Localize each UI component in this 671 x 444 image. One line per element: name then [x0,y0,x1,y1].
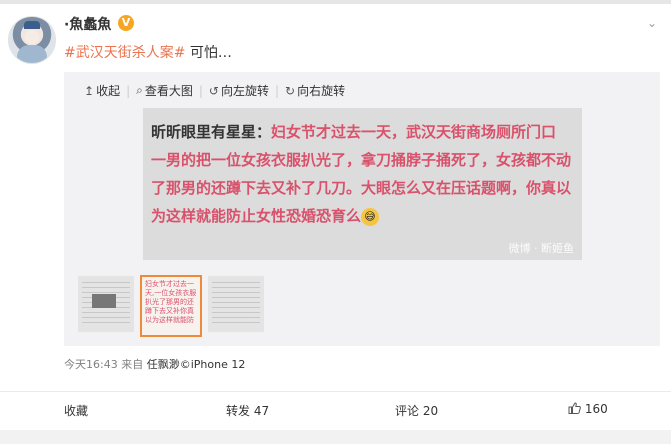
divider: | [126,83,131,98]
timestamp[interactable]: 今天16:43 [64,358,118,371]
like-button[interactable]: 160 [568,402,608,416]
source-device[interactable]: 任飘渺©iPhone 12 [147,358,246,371]
thumbnail-text: 妇女节才过去一天,一位女孩衣服扒光了那男的还蹲下去又补你真以为这样就能防 [145,280,197,324]
rotate-left-icon: ↺ [208,83,219,98]
divider: | [275,83,280,98]
post-text: #武汉天街杀人案# 可怕… [64,42,232,62]
view-large-label: 查看大图 [144,84,193,98]
thumbnail-strip: 妇女节才过去一天,一位女孩衣服扒光了那男的还蹲下去又补你真以为这样就能防 [78,275,270,337]
collapse-button[interactable]: ↥ 收起 [84,82,120,99]
rotate-left-button[interactable]: ↺ 向左旋转 [209,82,269,99]
avatar-hair [24,21,40,29]
sweat-smile-emoji-icon: 😅 [361,207,380,226]
avatar-face [25,30,39,44]
like-count: 160 [584,402,608,416]
rotate-right-icon: ↻ [285,83,296,98]
thumbnail-3[interactable] [208,276,264,332]
divider: | [198,83,203,98]
bottom-bar [0,430,671,444]
thumbnail-lines [212,282,260,326]
action-bar: 收藏 转发 47 评论 20 160 [0,391,671,430]
source-prefix: 来自 [121,358,144,371]
view-large-button[interactable]: ⌕ 查看大图 [136,82,193,99]
verified-badge-icon: V [118,15,134,31]
repost-button[interactable]: 转发 47 [226,402,269,419]
collect-button[interactable]: 收藏 [64,402,88,419]
collapse-label: 收起 [96,84,121,98]
post-text-rest: 可怕… [185,45,232,61]
thumbs-up-icon [568,402,585,416]
thumbnail-1[interactable] [78,276,134,332]
thumbnail-photo [92,294,116,308]
thumbnail-2-selected[interactable]: 妇女节才过去一天,一位女孩衣服扒光了那男的还蹲下去又补你真以为这样就能防 [140,275,202,337]
collapse-icon: ↥ [84,83,95,98]
chevron-down-icon[interactable]: ⌄ [647,16,657,30]
comment-button[interactable]: 评论 20 [395,402,438,419]
image-text: 昕昕眼里有星星：妇女节才过去一天，武汉天街商场厕所门口一男的把一位女孩衣服扒光了… [151,118,571,230]
image-watermark: 微博 · 断姬鱼 [508,242,575,255]
hashtag-link[interactable]: #武汉天街杀人案# [64,45,185,61]
image-viewer: ↥ 收起 | ⌕ 查看大图 | ↺ 向左旋转 | ↻ 向右旋转 昕昕眼里有星星：妇女节才… [64,72,660,346]
avatar-robe [17,45,47,63]
avatar[interactable] [8,16,56,64]
large-image[interactable]: 昕昕眼里有星星：妇女节才过去一天，武汉天街商场厕所门口一男的把一位女孩衣服扒光了… [143,108,582,260]
rotate-right-button[interactable]: ↻ 向右旋转 [285,82,345,99]
zoom-icon: ⌕ [136,83,143,97]
username[interactable]: ·魚蠡魚 [64,14,111,34]
post-meta: 今天16:43 来自 任飘渺©iPhone 12 [64,356,245,372]
rotate-right-label: 向右旋转 [297,84,346,98]
rotate-left-label: 向左旋转 [220,84,269,98]
top-border [0,0,671,4]
image-author: 昕昕眼里有星星： [151,123,272,141]
viewer-toolbar: ↥ 收起 | ⌕ 查看大图 | ↺ 向左旋转 | ↻ 向右旋转 [84,82,345,99]
